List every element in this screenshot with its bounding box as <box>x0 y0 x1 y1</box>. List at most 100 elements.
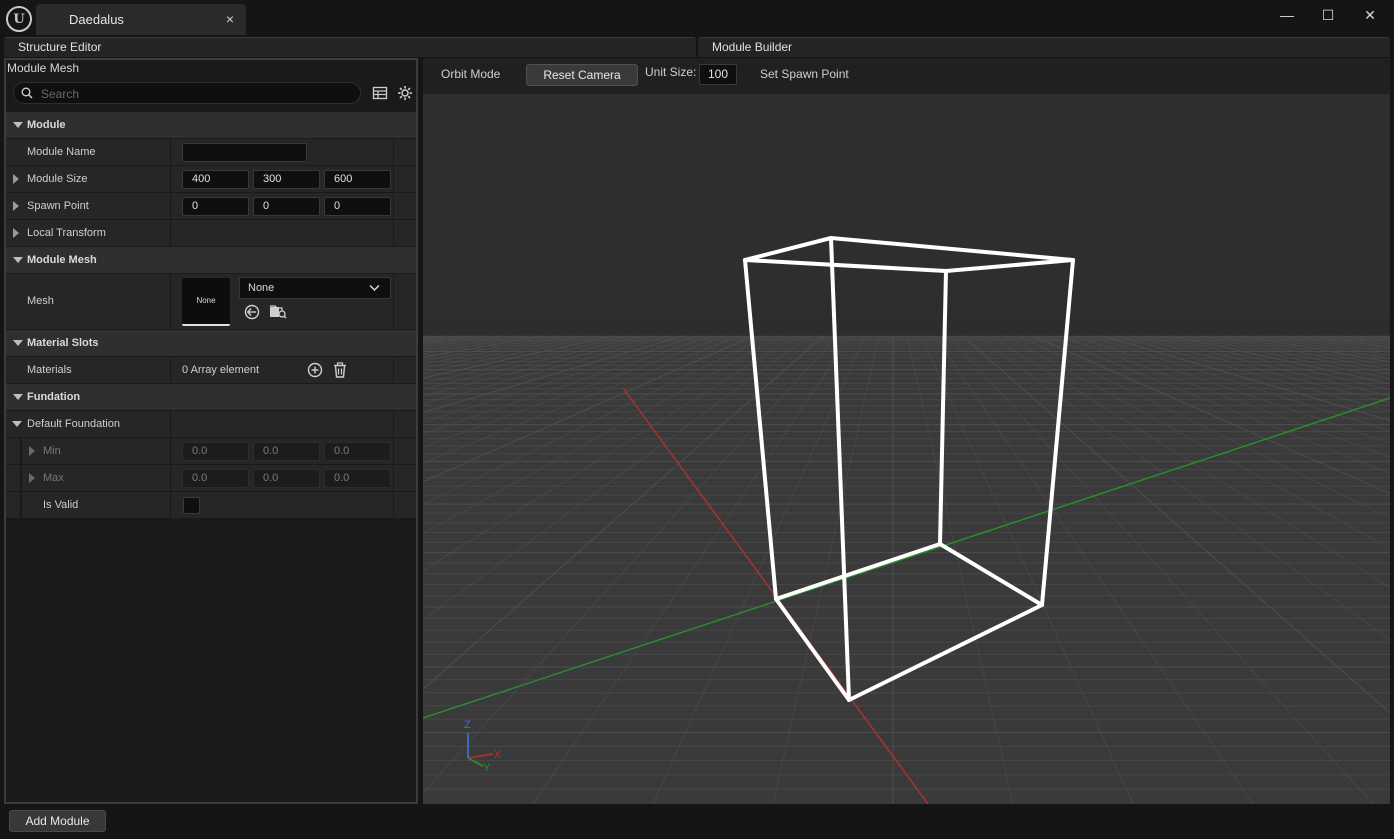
orbit-mode-button[interactable]: Orbit Mode <box>441 67 500 81</box>
details-panel-title: Module Mesh <box>6 60 416 77</box>
category-fundation[interactable]: Fundation <box>6 384 416 411</box>
column-divider <box>393 357 394 383</box>
module-name-input[interactable] <box>182 143 307 162</box>
gizmo-x-label: X <box>494 749 502 761</box>
expand-arrow-icon[interactable] <box>13 174 19 184</box>
expand-arrow-icon[interactable] <box>13 201 19 211</box>
is-valid-checkbox[interactable] <box>183 497 200 514</box>
reset-camera-button[interactable]: Reset Camera <box>526 64 638 86</box>
tab-structure-editor[interactable]: Structure Editor <box>4 37 696 57</box>
collapse-arrow-icon[interactable] <box>12 421 22 427</box>
search-placeholder: Search <box>41 87 80 101</box>
search-icon <box>21 87 33 99</box>
indent-guide <box>20 438 22 464</box>
mesh-dropdown-value: None <box>248 282 275 294</box>
row-is-valid: Is Valid <box>6 492 416 519</box>
collapse-arrow-icon <box>13 122 23 128</box>
collapse-arrow-icon <box>13 394 23 400</box>
close-icon[interactable]: × <box>226 11 234 27</box>
property-label: Module Size <box>27 173 88 185</box>
delete-all-icon[interactable] <box>333 362 347 378</box>
unit-size-input[interactable]: 100 <box>699 64 737 85</box>
row-materials: Materials 0 Array element <box>6 357 416 384</box>
property-label: Materials <box>27 364 72 376</box>
viewport-toolbar: Orbit Mode Reset Camera Unit Size: 100 S… <box>423 58 1390 94</box>
row-module-name: Module Name <box>6 139 416 166</box>
chevron-down-icon <box>369 284 380 292</box>
column-divider <box>170 492 171 518</box>
category-label: Fundation <box>27 391 81 403</box>
property-label: Mesh <box>27 295 54 307</box>
expand-arrow-icon[interactable] <box>29 446 35 456</box>
row-mesh: Mesh None None <box>6 274 416 330</box>
column-divider <box>170 139 171 165</box>
add-element-icon[interactable] <box>307 362 323 378</box>
property-label: Local Transform <box>27 227 106 239</box>
category-module-mesh[interactable]: Module Mesh <box>6 247 416 274</box>
row-module-size: Module Size 400 300 600 <box>6 166 416 193</box>
spawn-point-x-input[interactable]: 0 <box>182 197 249 216</box>
window-close-button[interactable]: ✕ <box>1355 4 1385 26</box>
max-y-input[interactable]: 0.0 <box>253 469 320 488</box>
column-divider <box>393 166 394 192</box>
document-tab[interactable]: Daedalus × <box>36 4 246 35</box>
bottom-bar: Add Module <box>0 806 1394 839</box>
spawn-point-y-input[interactable]: 0 <box>253 197 320 216</box>
indent-guide <box>20 465 22 491</box>
category-label: Module Mesh <box>27 254 97 266</box>
row-foundation-min: Min 0.0 0.0 0.0 <box>6 438 416 465</box>
add-module-button[interactable]: Add Module <box>9 810 106 832</box>
mesh-thumbnail[interactable]: None <box>182 278 230 326</box>
collapse-arrow-icon <box>13 340 23 346</box>
property-rows: Module Module Name Module Size 400 300 6… <box>6 112 416 519</box>
search-input[interactable]: Search <box>13 82 361 104</box>
module-size-z-input[interactable]: 600 <box>324 170 391 189</box>
property-label: Is Valid <box>43 499 79 511</box>
max-z-input[interactable]: 0.0 <box>324 469 391 488</box>
mesh-dropdown[interactable]: None <box>239 277 391 299</box>
set-spawn-point-button[interactable]: Set Spawn Point <box>760 67 849 81</box>
row-foundation-max: Max 0.0 0.0 0.0 <box>6 465 416 492</box>
expand-arrow-icon[interactable] <box>13 228 19 238</box>
property-label: Default Foundation <box>27 418 120 430</box>
minimize-button[interactable]: — <box>1272 4 1302 26</box>
tab-module-builder[interactable]: Module Builder <box>698 37 1390 57</box>
column-divider <box>170 193 171 219</box>
search-row: Search <box>6 77 416 110</box>
module-size-y-input[interactable]: 300 <box>253 170 320 189</box>
unit-size-label: Unit Size: <box>645 65 697 79</box>
category-label: Module <box>27 119 66 131</box>
min-x-input[interactable]: 0.0 <box>182 442 249 461</box>
row-local-transform: Local Transform <box>6 220 416 247</box>
min-z-input[interactable]: 0.0 <box>324 442 391 461</box>
gizmo-z-label: Z <box>464 719 471 731</box>
table-view-icon[interactable] <box>372 85 388 101</box>
column-divider <box>393 220 394 246</box>
title-bar: U Daedalus × — ☐ ✕ <box>0 0 1394 36</box>
max-x-input[interactable]: 0.0 <box>182 469 249 488</box>
unreal-logo-icon: U <box>6 6 32 32</box>
min-y-input[interactable]: 0.0 <box>253 442 320 461</box>
use-selected-asset-icon[interactable] <box>244 304 260 320</box>
spawn-point-z-input[interactable]: 0 <box>324 197 391 216</box>
property-label: Module Name <box>27 146 96 158</box>
expand-arrow-icon[interactable] <box>29 473 35 483</box>
collapse-arrow-icon <box>13 257 23 263</box>
indent-guide <box>20 492 22 518</box>
settings-gear-icon[interactable] <box>397 85 413 101</box>
column-divider <box>393 438 394 464</box>
category-material-slots[interactable]: Material Slots <box>6 330 416 357</box>
column-divider <box>170 166 171 192</box>
gizmo-y-label: Y <box>483 762 491 774</box>
browse-folder-icon[interactable] <box>269 303 287 319</box>
column-divider <box>170 274 171 329</box>
category-module[interactable]: Module <box>6 112 416 139</box>
property-label: Min <box>43 445 61 457</box>
details-panel: Module Mesh Search Module Module Name Mo… <box>4 58 418 804</box>
document-tab-label: Daedalus <box>69 12 124 27</box>
column-divider <box>393 139 394 165</box>
viewport[interactable]: Z X Y Orbit Mode Reset Camera Unit Size:… <box>423 58 1390 804</box>
column-divider <box>170 465 171 491</box>
module-size-x-input[interactable]: 400 <box>182 170 249 189</box>
maximize-button[interactable]: ☐ <box>1313 4 1343 26</box>
